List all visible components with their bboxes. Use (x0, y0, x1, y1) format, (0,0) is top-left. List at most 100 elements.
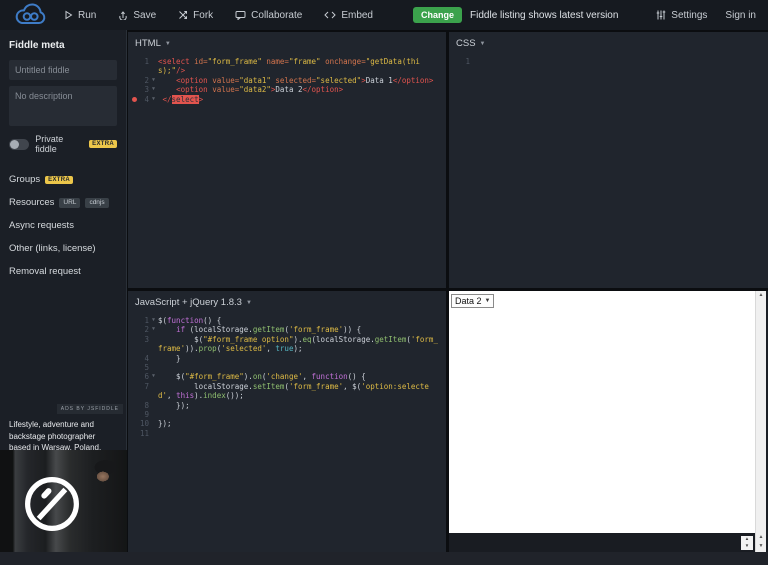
scroll-up-icon[interactable]: ▲ (756, 533, 766, 542)
code-line[interactable]: 1 <select id="form_frame" name="frame" on… (128, 57, 446, 76)
fold-arrow-icon[interactable]: ▼ (149, 95, 158, 104)
code-line[interactable]: 3 ▼ <option value="data2">Data 2</option> (128, 85, 446, 94)
html-panel: HTML ▼ 1 <select id="form_frame" name="fr… (128, 32, 446, 288)
removal-request-label: Removal request (9, 266, 81, 277)
js-panel-header[interactable]: JavaScript + jQuery 1.8.3 ▼ (128, 291, 446, 312)
css-panel-header[interactable]: CSS ▼ (449, 32, 768, 53)
sign-in-button[interactable]: Sign in (725, 10, 756, 21)
save-button[interactable]: Save (118, 10, 156, 21)
frame-select[interactable]: Data 2 ▼ (451, 294, 495, 308)
fold-arrow-icon[interactable]: ▼ (149, 76, 158, 85)
code-line[interactable]: 9 (128, 410, 446, 419)
embed-icon (324, 11, 337, 19)
code-line[interactable]: 4 ▼ </select> (128, 94, 446, 104)
code-line[interactable]: 1 (449, 57, 768, 66)
code-line[interactable]: 4 } (128, 354, 446, 363)
photographer-logo-icon (25, 477, 79, 531)
code-line[interactable]: 6 ▼ $("#form_frame").on('change', functio… (128, 372, 446, 381)
result-scrollbar[interactable]: ▲ ▲ ▼ (755, 291, 766, 552)
settings-button[interactable]: Settings (656, 10, 707, 21)
embed-button[interactable]: Embed (324, 10, 373, 21)
js-panel-title: JavaScript + jQuery 1.8.3 (135, 297, 242, 308)
sidebar-item-other[interactable]: Other (links, license) (9, 243, 117, 254)
sidebar-item-resources[interactable]: Resources URL cdnjs (9, 197, 117, 208)
fold-arrow-icon[interactable]: ▼ (149, 372, 158, 381)
line-gutter: 7 (128, 382, 158, 401)
header-right: Settings Sign in (656, 10, 768, 21)
cdnjs-chip[interactable]: cdnjs (85, 197, 109, 208)
run-icon (65, 10, 73, 20)
line-gutter: 2 ▼ (128, 325, 158, 334)
fiddle-meta-title: Fiddle meta (9, 40, 65, 51)
chevron-down-icon: ▼ (479, 40, 486, 47)
code-text: $(function() { (158, 316, 222, 325)
fork-button[interactable]: Fork (178, 10, 213, 21)
other-label: Other (links, license) (9, 243, 96, 254)
change-badge[interactable]: Change (413, 7, 463, 23)
js-editor[interactable]: 1 ▼ $(function() {2 ▼ if (localStorage.getI… (128, 312, 446, 438)
html-editor[interactable]: 1 <select id="form_frame" name="frame" on… (128, 53, 446, 104)
toggle-knob (10, 139, 19, 149)
sidebar-item-async-requests[interactable]: Async requests (9, 220, 117, 231)
result-panel: Data 2 ▼ ▲ ▼ ▲ ▲ ▼ (449, 291, 768, 552)
code-line[interactable]: 2 ▼ if (localStorage.getItem('form_frame'… (128, 325, 446, 334)
code-line[interactable]: 2 ▼ <option value="data1" selected="selec… (128, 76, 446, 85)
settings-label: Settings (671, 9, 708, 21)
code-text: }); (158, 400, 190, 410)
scroll-down-icon[interactable]: ▼ (756, 542, 766, 551)
ads-by-jsfiddle-label: ADS BY JSFIDDLE (56, 404, 123, 414)
run-label: Run (78, 9, 97, 21)
jsfiddle-app: Run Save Fork Collaborate Embed Change F… (0, 0, 768, 565)
url-chip[interactable]: URL (59, 197, 81, 208)
fold-arrow-icon[interactable]: ▼ (149, 316, 158, 325)
resources-label: Resources (9, 197, 55, 208)
fiddle-title-input[interactable] (9, 60, 117, 80)
css-editor[interactable]: 1 (449, 53, 768, 66)
code-line[interactable]: 1 ▼ $(function() { (128, 316, 446, 325)
save-label: Save (133, 9, 157, 21)
code-text: </select> (162, 94, 204, 104)
result-corner-scroll-buttons[interactable]: ▲ ▼ (741, 536, 753, 550)
collaborate-button[interactable]: Collaborate (235, 10, 302, 21)
code-line[interactable]: 7 localStorage.setItem('form_frame', $('… (128, 382, 446, 401)
run-button[interactable]: Run (64, 10, 96, 21)
extra-badge: EXTRA (45, 175, 73, 184)
code-line[interactable]: 5 (128, 363, 446, 372)
groups-label: Groups (9, 174, 41, 185)
code-line[interactable]: 10}); (128, 419, 446, 428)
sidebar-item-removal-request[interactable]: Removal request (9, 266, 117, 277)
line-gutter: 11 (128, 429, 158, 438)
sidebar-item-groups[interactable]: Groups EXTRA (9, 174, 117, 185)
code-text: $("#form_frame").on('change', function()… (158, 372, 366, 382)
ad-text[interactable]: Lifestyle, adventure and backstage photo… (0, 415, 127, 454)
line-gutter: 3 ▼ (128, 85, 158, 94)
html-panel-title: HTML (135, 38, 161, 49)
private-fiddle-row: Private fiddle EXTRA (9, 134, 117, 154)
fold-arrow-icon[interactable]: ▼ (149, 85, 158, 94)
code-line[interactable]: 11 (128, 429, 446, 438)
code-line[interactable]: 3 $("#form_frame option").eq(localStorag… (128, 335, 446, 354)
jsfiddle-logo-icon[interactable] (12, 2, 50, 28)
private-fiddle-toggle[interactable] (9, 138, 30, 150)
line-gutter: 10 (128, 419, 158, 428)
sidebar: Fiddle meta Private fiddle EXTRA Groups … (0, 30, 127, 552)
ad-photo[interactable] (0, 450, 127, 552)
fork-icon (179, 11, 188, 19)
scroll-up-icon[interactable]: ▲ (756, 291, 766, 300)
fold-arrow-icon[interactable]: ▼ (149, 325, 158, 334)
line-gutter: 1 ▼ (128, 316, 158, 325)
fiddle-description-input[interactable] (9, 86, 117, 126)
line-number: 10 (139, 419, 149, 429)
html-panel-header[interactable]: HTML ▼ (128, 32, 446, 53)
extra-badge: EXTRA (89, 140, 117, 148)
code-line[interactable]: 8 }); (128, 401, 446, 410)
result-frame: Data 2 ▼ (449, 291, 755, 533)
sign-in-label: Sign in (725, 9, 756, 21)
